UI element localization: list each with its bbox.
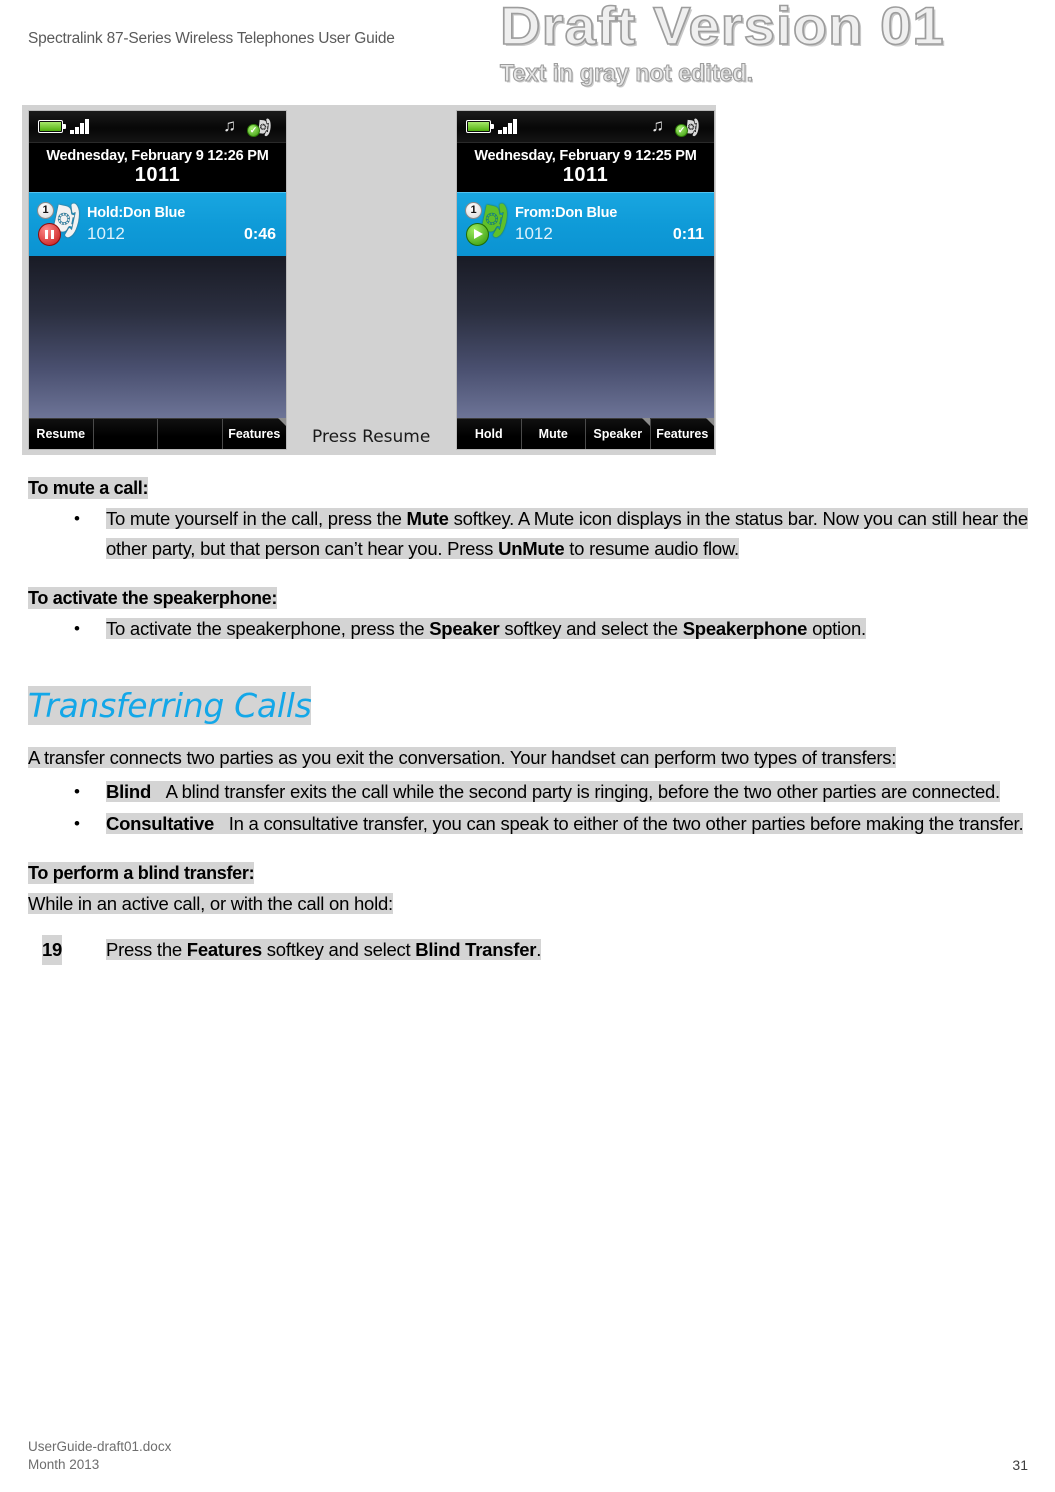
speaker-bold-speaker: Speaker xyxy=(429,618,500,639)
heading-activate-speakerphone: To activate the speakerphone: xyxy=(28,587,278,609)
document-body: To mute a call: To mute yourself in the … xyxy=(28,477,1028,965)
music-note-icon: ♫ xyxy=(651,116,664,135)
screen-body-left xyxy=(29,256,286,418)
softkey-bar-right: Hold Mute Speaker Features xyxy=(457,418,714,449)
call-duration-left: 0:46 xyxy=(243,226,276,243)
call-active-icon: 1 ☎ xyxy=(463,196,515,250)
mute-text-part-1: To mute yourself in the call, press the xyxy=(106,508,407,529)
extension-right: 1011 xyxy=(457,164,714,192)
list-blind-transfer-steps: 19 Press the Features softkey and select … xyxy=(28,935,1028,965)
list-item: Blind A blind transfer exits the call wh… xyxy=(28,777,1028,807)
softkey-features-right[interactable]: Features xyxy=(650,418,714,449)
draft-watermark: Draft Version 01 Text in gray not edited… xyxy=(499,0,1055,88)
speaker-text-part-1: To activate the speakerphone, press the xyxy=(106,618,430,639)
call-name-right: From:Don Blue xyxy=(515,205,618,221)
speaker-text-part-2: softkey and select the xyxy=(499,618,683,639)
signal-bars-icon xyxy=(70,119,89,134)
call-row-right: 1 ☎ From:Don Blue 1012 0:11 xyxy=(457,192,714,256)
softkey-resume[interactable]: Resume xyxy=(29,419,94,449)
battery-full-icon xyxy=(38,120,67,133)
transfer-term-blind: Blind xyxy=(106,781,151,802)
handset-check-icon: ☎ ✓ xyxy=(247,116,273,137)
paragraph-blind-lead-in: While in an active call, or with the cal… xyxy=(28,893,393,914)
heading-to-mute-a-call: To mute a call: xyxy=(28,477,149,499)
list-speakerphone-instructions: To activate the speakerphone, press the … xyxy=(28,614,1028,644)
document-footer: UserGuide-draft01.docx Month 2013 31 xyxy=(28,1438,1028,1474)
chapter-heading-wrapper: Transferring Calls xyxy=(28,686,1028,725)
watermark-line-2: Text in gray not edited. xyxy=(499,59,754,88)
call-duration-right: 0:11 xyxy=(672,226,704,243)
handset-check-icon: ☎ ✓ xyxy=(675,116,701,137)
list-item: To mute yourself in the call, press the … xyxy=(28,504,1028,564)
date-time-left: Wednesday, February 9 12:26 PM xyxy=(29,143,286,164)
phone-screenshot-left: ♫ ☎ ✓ Wednesday, February 9 12:26 PM 101… xyxy=(28,110,287,450)
watermark-line-1: Draft Version 01 xyxy=(499,0,945,56)
mute-bold-unmute: UnMute xyxy=(498,538,565,559)
call-count-badge-right: 1 xyxy=(465,201,482,219)
call-number-right: 1012 xyxy=(515,224,553,243)
softkey-empty-2[interactable] xyxy=(158,419,223,449)
extension-left: 1011 xyxy=(29,164,286,192)
transfer-desc-consultative: In a consultative transfer, you can spea… xyxy=(228,813,1024,834)
step-text-part-1: Press the xyxy=(106,939,187,960)
signal-bars-icon xyxy=(498,119,517,134)
list-transfer-types: Blind A blind transfer exits the call wh… xyxy=(28,777,1028,839)
speaker-bold-speakerphone: Speakerphone xyxy=(682,618,808,639)
step-bold-blind-transfer: Blind Transfer xyxy=(415,939,537,960)
call-row-left: 1 ☎ Hold:Don Blue 1012 0:46 xyxy=(29,192,286,256)
list-mute-instructions: To mute yourself in the call, press the … xyxy=(28,504,1028,564)
footer-date: Month 2013 xyxy=(28,1457,100,1472)
softkey-bar-left: Resume Features xyxy=(29,418,286,449)
list-item: Consultative In a consultative transfer,… xyxy=(28,809,1028,839)
chapter-title-transferring-calls: Transferring Calls xyxy=(28,686,312,725)
footer-page-number: 31 xyxy=(1012,1457,1028,1473)
phone-screenshot-right: ♫ ☎ ✓ Wednesday, February 9 12:25 PM 101… xyxy=(456,110,715,450)
list-item: To activate the speakerphone, press the … xyxy=(28,614,1028,644)
transfer-term-consultative: Consultative xyxy=(106,813,215,834)
softkey-empty-1[interactable] xyxy=(93,419,158,449)
call-count-badge-left: 1 xyxy=(37,201,54,219)
paragraph-transfer-intro: A transfer connects two parties as you e… xyxy=(28,747,897,768)
play-icon xyxy=(466,222,489,246)
battery-full-icon xyxy=(466,120,495,133)
softkey-mute[interactable]: Mute xyxy=(521,419,586,449)
call-number-left: 1012 xyxy=(87,224,125,243)
softkey-features-left[interactable]: Features xyxy=(222,418,286,449)
pause-icon xyxy=(38,222,61,246)
transfer-desc-blind: A blind transfer exits the call while th… xyxy=(165,781,1001,802)
speaker-text-part-3: option. xyxy=(807,618,866,639)
step-number: 19 xyxy=(42,935,62,965)
call-name-left: Hold:Don Blue xyxy=(87,205,186,221)
footer-file-name: UserGuide-draft01.docx xyxy=(28,1439,172,1454)
call-on-hold-icon: 1 ☎ xyxy=(35,196,87,250)
figure-caption-press-resume: Press Resume xyxy=(312,427,431,447)
step-bold-features: Features xyxy=(186,939,262,960)
mute-bold-mute: Mute xyxy=(406,508,449,529)
step-text-part-2: softkey and select xyxy=(261,939,416,960)
figure-call-screens: ♫ ☎ ✓ Wednesday, February 9 12:26 PM 101… xyxy=(22,105,716,455)
list-item: 19 Press the Features softkey and select … xyxy=(28,935,1028,965)
heading-perform-blind-transfer: To perform a blind transfer: xyxy=(28,862,255,884)
status-bar-left: ♫ ☎ ✓ xyxy=(29,111,286,143)
status-bar-right: ♫ ☎ ✓ xyxy=(457,111,714,143)
date-time-right: Wednesday, February 9 12:25 PM xyxy=(457,143,714,164)
step-text-part-3: . xyxy=(536,939,542,960)
screen-body-right xyxy=(457,256,714,418)
music-note-icon: ♫ xyxy=(223,116,236,135)
softkey-hold[interactable]: Hold xyxy=(457,419,522,449)
mute-text-part-3: to resume audio flow. xyxy=(564,538,739,559)
document-header-title: Spectralink 87-Series Wireless Telephone… xyxy=(28,30,395,47)
softkey-speaker[interactable]: Speaker xyxy=(586,418,651,449)
